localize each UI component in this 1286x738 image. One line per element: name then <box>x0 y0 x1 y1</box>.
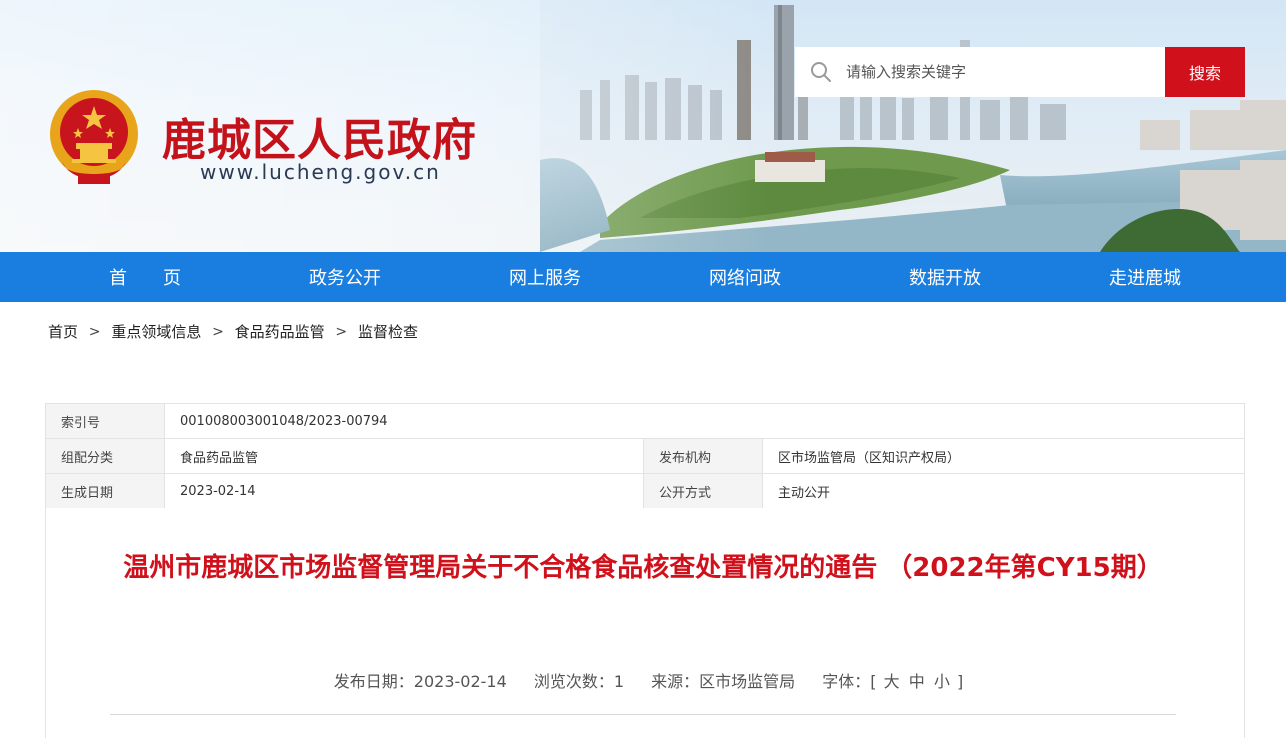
national-emblem-icon <box>50 90 138 184</box>
article-title: 温州市鹿城区市场监督管理局关于不合格食品核查处置情况的通告 （2022年第CY1… <box>123 553 1163 583</box>
font-size-large-link[interactable]: 大 <box>884 672 900 691</box>
publisher-value: 区市场监管局（区知识产权局） <box>762 438 1245 474</box>
category-label: 组配分类 <box>45 438 165 474</box>
index-value: 001008003001048/2023-00794 <box>164 403 1245 439</box>
category-value: 食品药品监管 <box>164 438 644 474</box>
date-label: 生成日期 <box>45 473 165 509</box>
table-row: 生成日期 2023-02-14 公开方式 主动公开 <box>45 473 1245 509</box>
breadcrumb-home[interactable]: 首页 <box>48 323 78 341</box>
nav-item-about-lucheng[interactable]: 走进鹿城 <box>1045 264 1245 290</box>
open-method-value: 主动公开 <box>762 473 1245 509</box>
font-size-label: 字体：[ <box>822 672 877 691</box>
publisher-label: 发布机构 <box>643 438 763 474</box>
breadcrumb-separator: > <box>212 323 224 340</box>
article-source: 来源：区市场监管局 <box>651 672 796 691</box>
open-method-label: 公开方式 <box>643 473 763 509</box>
search-button[interactable]: 搜索 <box>1165 47 1245 97</box>
table-row: 组配分类 食品药品监管 发布机构 区市场监管局（区知识产权局） <box>45 438 1245 474</box>
font-size-small-link[interactable]: 小 <box>934 672 950 691</box>
publish-date: 发布日期：2023-02-14 <box>333 672 507 691</box>
search-input[interactable] <box>846 48 1146 96</box>
font-size-medium-link[interactable]: 中 <box>909 672 925 691</box>
site-url: www.lucheng.gov.cn <box>200 160 441 184</box>
main-nav: 首 页 政务公开 网上服务 网络问政 数据开放 走进鹿城 <box>0 252 1286 302</box>
search-icon <box>811 62 831 82</box>
nav-item-online-services[interactable]: 网上服务 <box>445 264 645 290</box>
breadcrumb-inspection[interactable]: 监督检查 <box>358 323 418 341</box>
breadcrumb: 首页 > 重点领域信息 > 食品药品监管 > 监督检查 <box>48 321 418 342</box>
index-label: 索引号 <box>45 403 165 439</box>
site-name: 鹿城区人民政府 <box>162 115 477 166</box>
table-row: 索引号 001008003001048/2023-00794 <box>45 403 1245 439</box>
nav-item-gov-affairs[interactable]: 政务公开 <box>245 264 445 290</box>
search-box <box>795 47 1165 97</box>
nav-item-open-data[interactable]: 数据开放 <box>845 264 1045 290</box>
article-meta: 发布日期：2023-02-14 浏览次数：1 来源：区市场监管局 字体：[ 大 … <box>0 668 1286 692</box>
font-size-close: ] <box>956 672 964 691</box>
breadcrumb-separator: > <box>335 323 348 340</box>
breadcrumb-separator: > <box>88 323 101 340</box>
view-count: 浏览次数：1 <box>533 672 625 691</box>
date-value: 2023-02-14 <box>164 473 644 509</box>
header-banner: 鹿城区人民政府 www.lucheng.gov.cn 搜索 <box>0 0 1286 252</box>
nav-item-home[interactable]: 首 页 <box>45 264 245 290</box>
divider <box>110 714 1176 715</box>
breadcrumb-food-drug[interactable]: 食品药品监管 <box>235 323 325 341</box>
nav-item-online-inquiry[interactable]: 网络问政 <box>645 264 845 290</box>
article-container <box>45 508 1245 738</box>
breadcrumb-key-areas[interactable]: 重点领域信息 <box>111 323 201 341</box>
font-size-control: 字体：[ 大 中 小 ] <box>822 672 963 691</box>
document-info-table: 索引号 001008003001048/2023-00794 组配分类 食品药品… <box>45 403 1245 509</box>
